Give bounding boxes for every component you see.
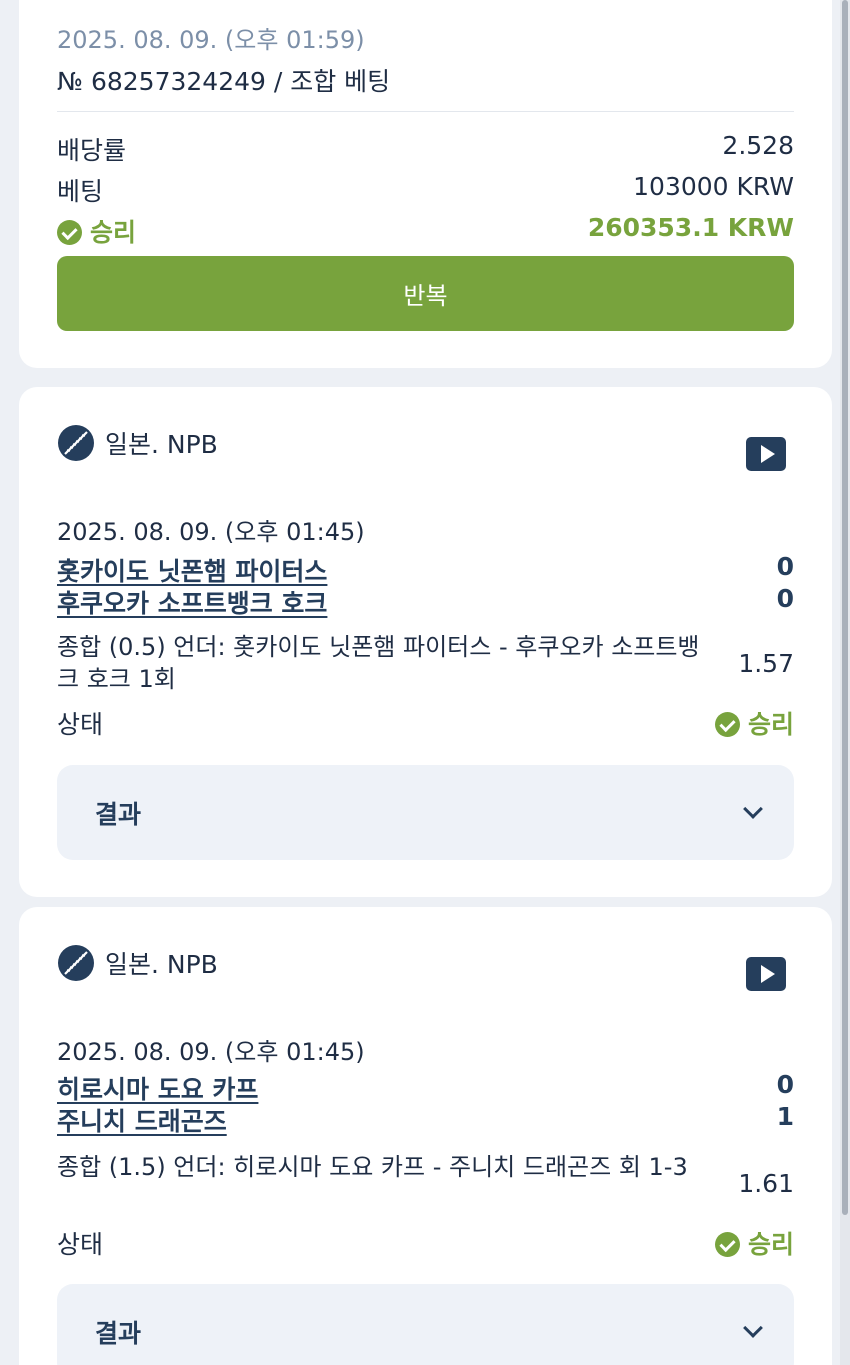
bet-details-page: 2025. 08. 09. (오후 01:59) № 68257324249 /… bbox=[0, 0, 850, 1365]
video-play-button[interactable] bbox=[746, 437, 786, 471]
baseball-icon bbox=[58, 425, 94, 461]
status-label: 상태 bbox=[57, 710, 104, 739]
score-away: 1 bbox=[776, 1102, 794, 1131]
status-value-label: 승리 bbox=[747, 710, 794, 739]
status-value: 승리 bbox=[714, 705, 794, 741]
status-label: 상태 bbox=[57, 1230, 104, 1259]
video-play-button[interactable] bbox=[746, 957, 786, 991]
score-away: 0 bbox=[776, 584, 794, 613]
result-label: 결과 bbox=[95, 1318, 142, 1348]
event-date: 2025. 08. 09. (오후 01:45) bbox=[57, 1038, 365, 1066]
bet-date: 2025. 08. 09. (오후 01:59) bbox=[57, 26, 365, 54]
team-away-link[interactable]: 후쿠오카 소프트뱅크 호크 bbox=[57, 584, 327, 620]
team-home-link[interactable]: 히로시마 도요 카프 bbox=[57, 1070, 258, 1106]
check-circle-icon bbox=[57, 220, 82, 245]
video-play-icon bbox=[760, 445, 775, 463]
bet-id: № 68257324249 / 조합 베팅 bbox=[57, 67, 391, 96]
score-home: 0 bbox=[776, 1070, 794, 1099]
baseball-icon bbox=[58, 945, 94, 981]
result-expander[interactable]: 결과 bbox=[57, 1284, 794, 1365]
result-expander[interactable]: 결과 bbox=[57, 765, 794, 860]
bet-status-label: 승리 bbox=[90, 218, 137, 247]
team-home-link[interactable]: 홋카이도 닛폰햄 파이터스 bbox=[57, 552, 327, 588]
event-card: 일본. NPB 2025. 08. 09. (오후 01:45) 히로시마 도요… bbox=[19, 907, 832, 1365]
market-odds: 1.57 bbox=[738, 649, 794, 678]
stake-label: 베팅 bbox=[57, 177, 104, 206]
divider bbox=[57, 111, 794, 112]
chevron-down-icon bbox=[743, 798, 763, 819]
league-header: 일본. NPB bbox=[57, 424, 218, 462]
video-play-icon bbox=[760, 965, 775, 983]
repeat-bet-button[interactable]: 반복 bbox=[57, 256, 794, 331]
odds-value: 2.528 bbox=[722, 131, 794, 160]
chevron-down-icon bbox=[743, 1317, 763, 1338]
odds-label: 배당률 bbox=[57, 136, 127, 165]
status-value-label: 승리 bbox=[747, 1230, 794, 1259]
league-header: 일본. NPB bbox=[57, 944, 218, 982]
market-odds: 1.61 bbox=[738, 1169, 794, 1198]
league-name: 일본. NPB bbox=[105, 430, 218, 459]
check-circle-icon bbox=[714, 712, 740, 737]
scrollbar[interactable] bbox=[840, 0, 850, 1365]
bet-status: 승리 bbox=[57, 213, 136, 249]
scrollbar-thumb[interactable] bbox=[842, 0, 848, 1215]
status-value: 승리 bbox=[714, 1225, 794, 1261]
market-description: 종합 (0.5) 언더: 홋카이도 닛폰햄 파이터스 - 후쿠오카 소프트뱅크 … bbox=[57, 633, 700, 693]
payout-value: 260353.1 KRW bbox=[587, 213, 794, 242]
bet-summary-card: 2025. 08. 09. (오후 01:59) № 68257324249 /… bbox=[19, 0, 832, 368]
stake-value: 103000 KRW bbox=[633, 172, 794, 201]
market-description: 종합 (1.5) 언더: 히로시마 도요 카프 - 주니치 드래곤즈 회 1-3 bbox=[57, 1153, 688, 1181]
team-away-link[interactable]: 주니치 드래곤즈 bbox=[57, 1102, 227, 1138]
event-card: 일본. NPB 2025. 08. 09. (오후 01:45) 홋카이도 닛폰… bbox=[19, 387, 832, 897]
score-home: 0 bbox=[776, 552, 794, 581]
event-date: 2025. 08. 09. (오후 01:45) bbox=[57, 518, 365, 546]
league-name: 일본. NPB bbox=[105, 950, 218, 979]
result-label: 결과 bbox=[95, 799, 142, 829]
check-circle-icon bbox=[714, 1232, 740, 1257]
